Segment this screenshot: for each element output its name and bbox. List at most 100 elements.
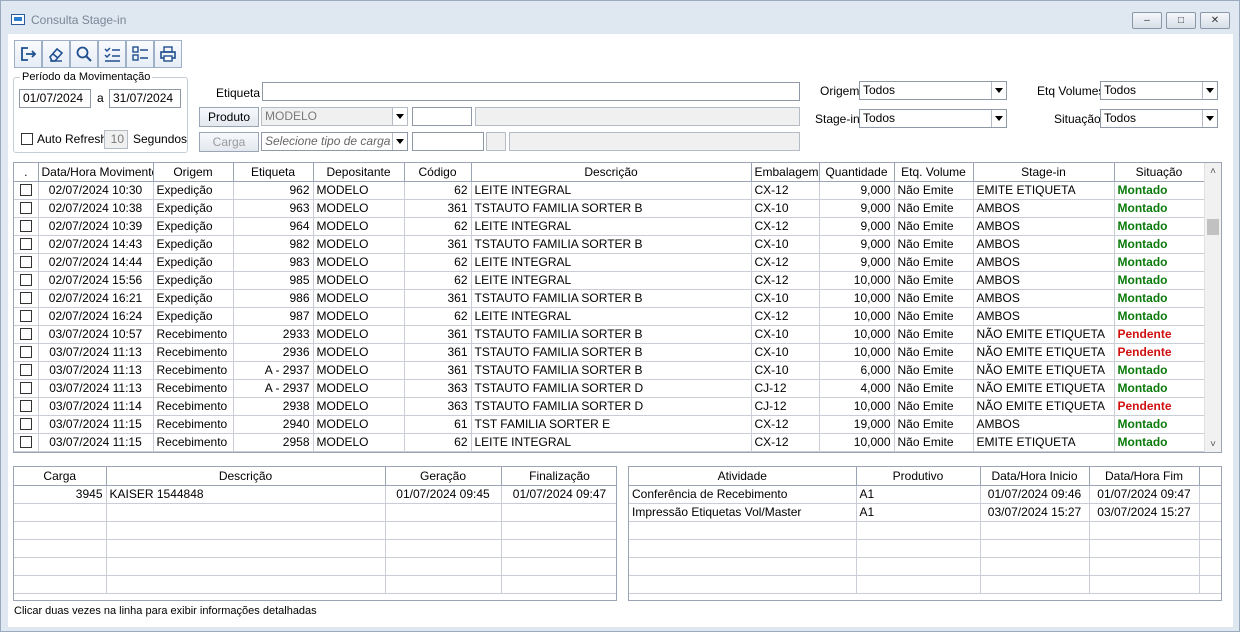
etq-volumes-select[interactable]: Todos: [1100, 81, 1218, 100]
column-header[interactable]: Atividade: [629, 467, 857, 486]
row-checkbox[interactable]: [19, 256, 32, 269]
exit-button[interactable]: [14, 40, 42, 68]
column-header[interactable]: Quantidade: [819, 163, 895, 182]
main-grid-scrollbar[interactable]: ˄ ˅: [1204, 163, 1221, 452]
table-row[interactable]: 02/07/2024 10:38 Expedição 963 MODELO 361 TST…: [14, 199, 1205, 218]
column-header[interactable]: Stage-in: [973, 163, 1115, 182]
minimize-button[interactable]: –: [1132, 12, 1162, 29]
column-header[interactable]: Código: [404, 163, 472, 182]
origem-select[interactable]: Todos: [859, 81, 1007, 100]
date-from-input[interactable]: 01/07/2024: [19, 89, 91, 108]
row-select-cell[interactable]: [14, 361, 39, 380]
row-select-cell[interactable]: [14, 217, 39, 236]
row-checkbox[interactable]: [19, 346, 32, 359]
scroll-up-icon[interactable]: ˄: [1205, 163, 1221, 179]
close-button[interactable]: ✕: [1200, 12, 1230, 29]
table-row[interactable]: 03/07/2024 11:13 Recebimento 2936 MODELO 361…: [14, 343, 1205, 362]
table-row[interactable]: [629, 575, 1221, 594]
table-row[interactable]: 3945 KAISER 1544848 01/07/2024 09:45 01/07/…: [14, 485, 616, 504]
row-checkbox[interactable]: [19, 238, 32, 251]
table-row[interactable]: 03/07/2024 11:15 Recebimento 2958 MODELO 62 L…: [14, 433, 1205, 452]
row-select-cell[interactable]: [14, 433, 39, 452]
table-row[interactable]: [629, 539, 1221, 558]
produto-button[interactable]: Produto: [199, 107, 259, 127]
title-bar[interactable]: Consulta Stage-in – □ ✕: [1, 1, 1239, 33]
row-checkbox[interactable]: [19, 328, 32, 341]
row-checkbox[interactable]: [19, 220, 32, 233]
row-select-cell[interactable]: [14, 253, 39, 272]
row-checkbox[interactable]: [19, 292, 32, 305]
column-header[interactable]: Produtivo: [856, 467, 981, 486]
row-checkbox[interactable]: [19, 310, 32, 323]
column-header[interactable]: .: [14, 163, 39, 182]
row-select-cell[interactable]: [14, 271, 39, 290]
row-select-cell[interactable]: [14, 343, 39, 362]
row-checkbox[interactable]: [19, 400, 32, 413]
table-row[interactable]: 02/07/2024 14:43 Expedição 982 MODELO 361 TST…: [14, 235, 1205, 254]
row-checkbox[interactable]: [19, 274, 32, 287]
carga-code-input[interactable]: [412, 132, 484, 151]
row-select-cell[interactable]: [14, 289, 39, 308]
carga-button[interactable]: Carga: [199, 132, 259, 152]
situacao-select[interactable]: Todos: [1100, 109, 1218, 128]
row-checkbox[interactable]: [19, 418, 32, 431]
table-row[interactable]: [14, 539, 616, 558]
maximize-button[interactable]: □: [1166, 12, 1196, 29]
row-checkbox[interactable]: [19, 184, 32, 197]
carga-combo[interactable]: Selecione tipo de carga: [261, 132, 408, 151]
row-checkbox[interactable]: [19, 364, 32, 377]
movimentos-grid[interactable]: . Data/Hora Movimento Origem Etiqueta Deposi…: [13, 162, 1222, 453]
column-header[interactable]: Geração: [385, 467, 502, 486]
date-to-input[interactable]: 31/07/2024: [109, 89, 181, 108]
table-row[interactable]: [14, 521, 616, 540]
column-header[interactable]: Situação: [1114, 163, 1205, 182]
table-row[interactable]: [629, 521, 1221, 540]
row-select-cell[interactable]: [14, 199, 39, 218]
search-button[interactable]: [70, 40, 98, 68]
table-row[interactable]: 03/07/2024 11:15 Recebimento 2940 MODELO 61 T…: [14, 415, 1205, 434]
produto-code-input[interactable]: [412, 107, 472, 126]
row-checkbox[interactable]: [19, 202, 32, 215]
row-select-cell[interactable]: [14, 379, 39, 398]
table-row[interactable]: 02/07/2024 10:30 Expedição 962 MODELO 62 LEIT…: [14, 181, 1205, 200]
scroll-thumb[interactable]: [1207, 219, 1219, 235]
column-header[interactable]: Carga: [14, 467, 107, 486]
column-header[interactable]: Data/Hora Fim: [1089, 467, 1200, 486]
table-row[interactable]: 02/07/2024 10:39 Expedição 964 MODELO 62 LEIT…: [14, 217, 1205, 236]
auto-refresh-checkbox[interactable]: [21, 133, 33, 145]
row-select-cell[interactable]: [14, 325, 39, 344]
atividade-grid[interactable]: Atividade Produtivo Data/Hora Inicio Data/H…: [628, 466, 1222, 601]
table-row[interactable]: [14, 557, 616, 576]
table-row[interactable]: Conferência de Recebimento A1 01/07/2024 0…: [629, 485, 1221, 504]
column-header[interactable]: Descrição: [471, 163, 752, 182]
table-row[interactable]: [14, 503, 616, 522]
table-row[interactable]: 02/07/2024 16:21 Expedição 986 MODELO 361 TST…: [14, 289, 1205, 308]
column-header[interactable]: Embalagem: [751, 163, 820, 182]
row-select-cell[interactable]: [14, 397, 39, 416]
clear-button[interactable]: [42, 40, 70, 68]
row-checkbox[interactable]: [19, 382, 32, 395]
column-header[interactable]: Etq. Volume: [894, 163, 974, 182]
row-checkbox[interactable]: [19, 436, 32, 449]
table-row[interactable]: Impressão Etiquetas Vol/Master A1 03/07/20…: [629, 503, 1221, 522]
table-row[interactable]: 03/07/2024 11:13 Recebimento A - 2937 MODEL…: [14, 361, 1205, 380]
column-header[interactable]: Etiqueta: [233, 163, 314, 182]
column-header[interactable]: Finalização: [501, 467, 616, 486]
row-select-cell[interactable]: [14, 235, 39, 254]
stagein-select[interactable]: Todos: [859, 109, 1007, 128]
produto-combo[interactable]: MODELO: [261, 107, 408, 126]
column-header[interactable]: Data/Hora Movimento: [38, 163, 154, 182]
row-select-cell[interactable]: [14, 307, 39, 326]
carga-grid[interactable]: Carga Descrição Geração Finalização 3945 KAI…: [13, 466, 617, 601]
table-row[interactable]: 02/07/2024 14:44 Expedição 983 MODELO 62 LEIT…: [14, 253, 1205, 272]
table-row[interactable]: 02/07/2024 15:56 Expedição 985 MODELO 62 LEIT…: [14, 271, 1205, 290]
column-header[interactable]: Descrição: [106, 467, 386, 486]
table-row[interactable]: 02/07/2024 16:24 Expedição 987 MODELO 62 LEIT…: [14, 307, 1205, 326]
table-row[interactable]: 03/07/2024 11:13 Recebimento A - 2937 MODEL…: [14, 379, 1205, 398]
row-select-cell[interactable]: [14, 415, 39, 434]
table-row[interactable]: 03/07/2024 11:14 Recebimento 2938 MODELO 363…: [14, 397, 1205, 416]
table-row[interactable]: 03/07/2024 10:57 Recebimento 2933 MODELO 361…: [14, 325, 1205, 344]
column-header[interactable]: Depositante: [313, 163, 405, 182]
table-row[interactable]: [14, 575, 616, 594]
row-select-cell[interactable]: [14, 181, 39, 200]
